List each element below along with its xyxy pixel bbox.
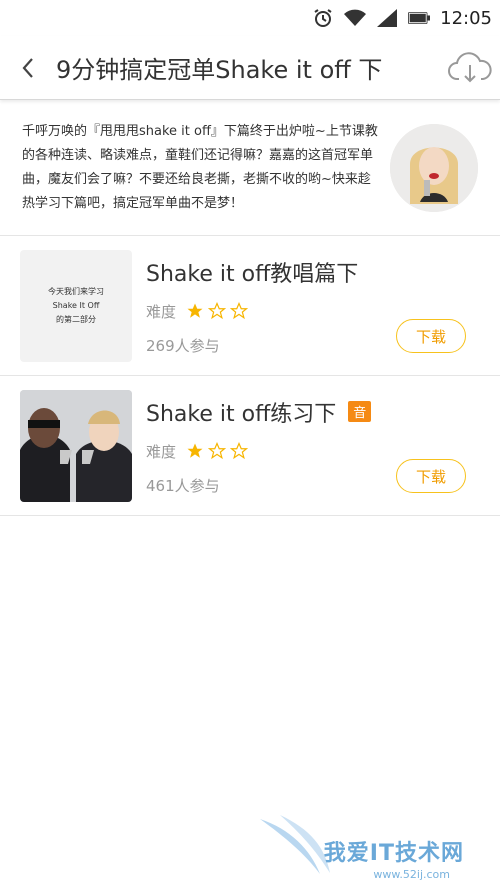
difficulty-label: 难度 xyxy=(146,442,177,461)
watermark-text: 我爱IT技术网 xyxy=(323,841,464,866)
star-outline-icon xyxy=(208,302,227,320)
difficulty-stars xyxy=(186,302,249,320)
star-filled-icon xyxy=(187,303,203,318)
intro-text: 千呼万唤的『甩甩甩shake it off』下篇终于出炉啦~上节课教的各种连读、… xyxy=(22,123,378,211)
header: 9分钟搞定冠单Shake it off 下 xyxy=(0,36,500,100)
thumb-line: 的第二部分 xyxy=(56,314,96,324)
intro-section: 千呼万唤的『甩甩甩shake it off』下篇终于出炉啦~上节课教的各种连读、… xyxy=(0,100,500,236)
star-outline-icon xyxy=(230,302,249,320)
course-item[interactable]: Shake it off练习下 音 难度 461人参与 下载 xyxy=(0,376,500,516)
cloud-download-icon xyxy=(448,51,492,82)
star-filled-icon xyxy=(187,443,203,458)
thumb-line: 今天我们来学习 xyxy=(48,286,104,296)
status-bar: 12:05 xyxy=(0,0,500,36)
wifi-icon xyxy=(344,7,367,29)
course-title-row: Shake it off练习下 音 xyxy=(146,396,480,428)
course-thumbnail: 今天我们来学习 Shake It Off 的第二部分 xyxy=(20,249,132,362)
course-thumbnail xyxy=(20,389,132,502)
battery-icon xyxy=(408,7,431,29)
back-button[interactable] xyxy=(0,36,56,100)
difficulty-label: 难度 xyxy=(146,302,177,321)
cloud-download-button[interactable] xyxy=(440,36,500,100)
course-title: Shake it off教唱篇下 xyxy=(146,261,359,287)
thumb-line: Shake It Off xyxy=(52,300,100,310)
alarm-icon xyxy=(312,7,334,29)
audio-badge: 音 xyxy=(348,401,372,422)
watermark-url: www.52ij.com xyxy=(373,868,450,881)
status-time: 12:05 xyxy=(440,7,492,29)
download-button[interactable]: 下载 xyxy=(396,459,466,493)
signal-icon xyxy=(376,7,398,29)
course-title: Shake it off练习下 xyxy=(146,401,337,427)
course-title-row: Shake it off教唱篇下 xyxy=(146,256,480,288)
singer-avatar xyxy=(390,123,478,212)
chevron-left-icon xyxy=(22,57,33,78)
page-title: 9分钟搞定冠单Shake it off 下 xyxy=(56,56,383,84)
difficulty-stars xyxy=(186,442,249,460)
course-item[interactable]: 今天我们来学习 Shake It Off 的第二部分 Shake it off教… xyxy=(0,236,500,376)
star-outline-icon xyxy=(230,442,249,460)
star-outline-icon xyxy=(208,442,227,460)
download-button[interactable]: 下载 xyxy=(396,319,466,353)
